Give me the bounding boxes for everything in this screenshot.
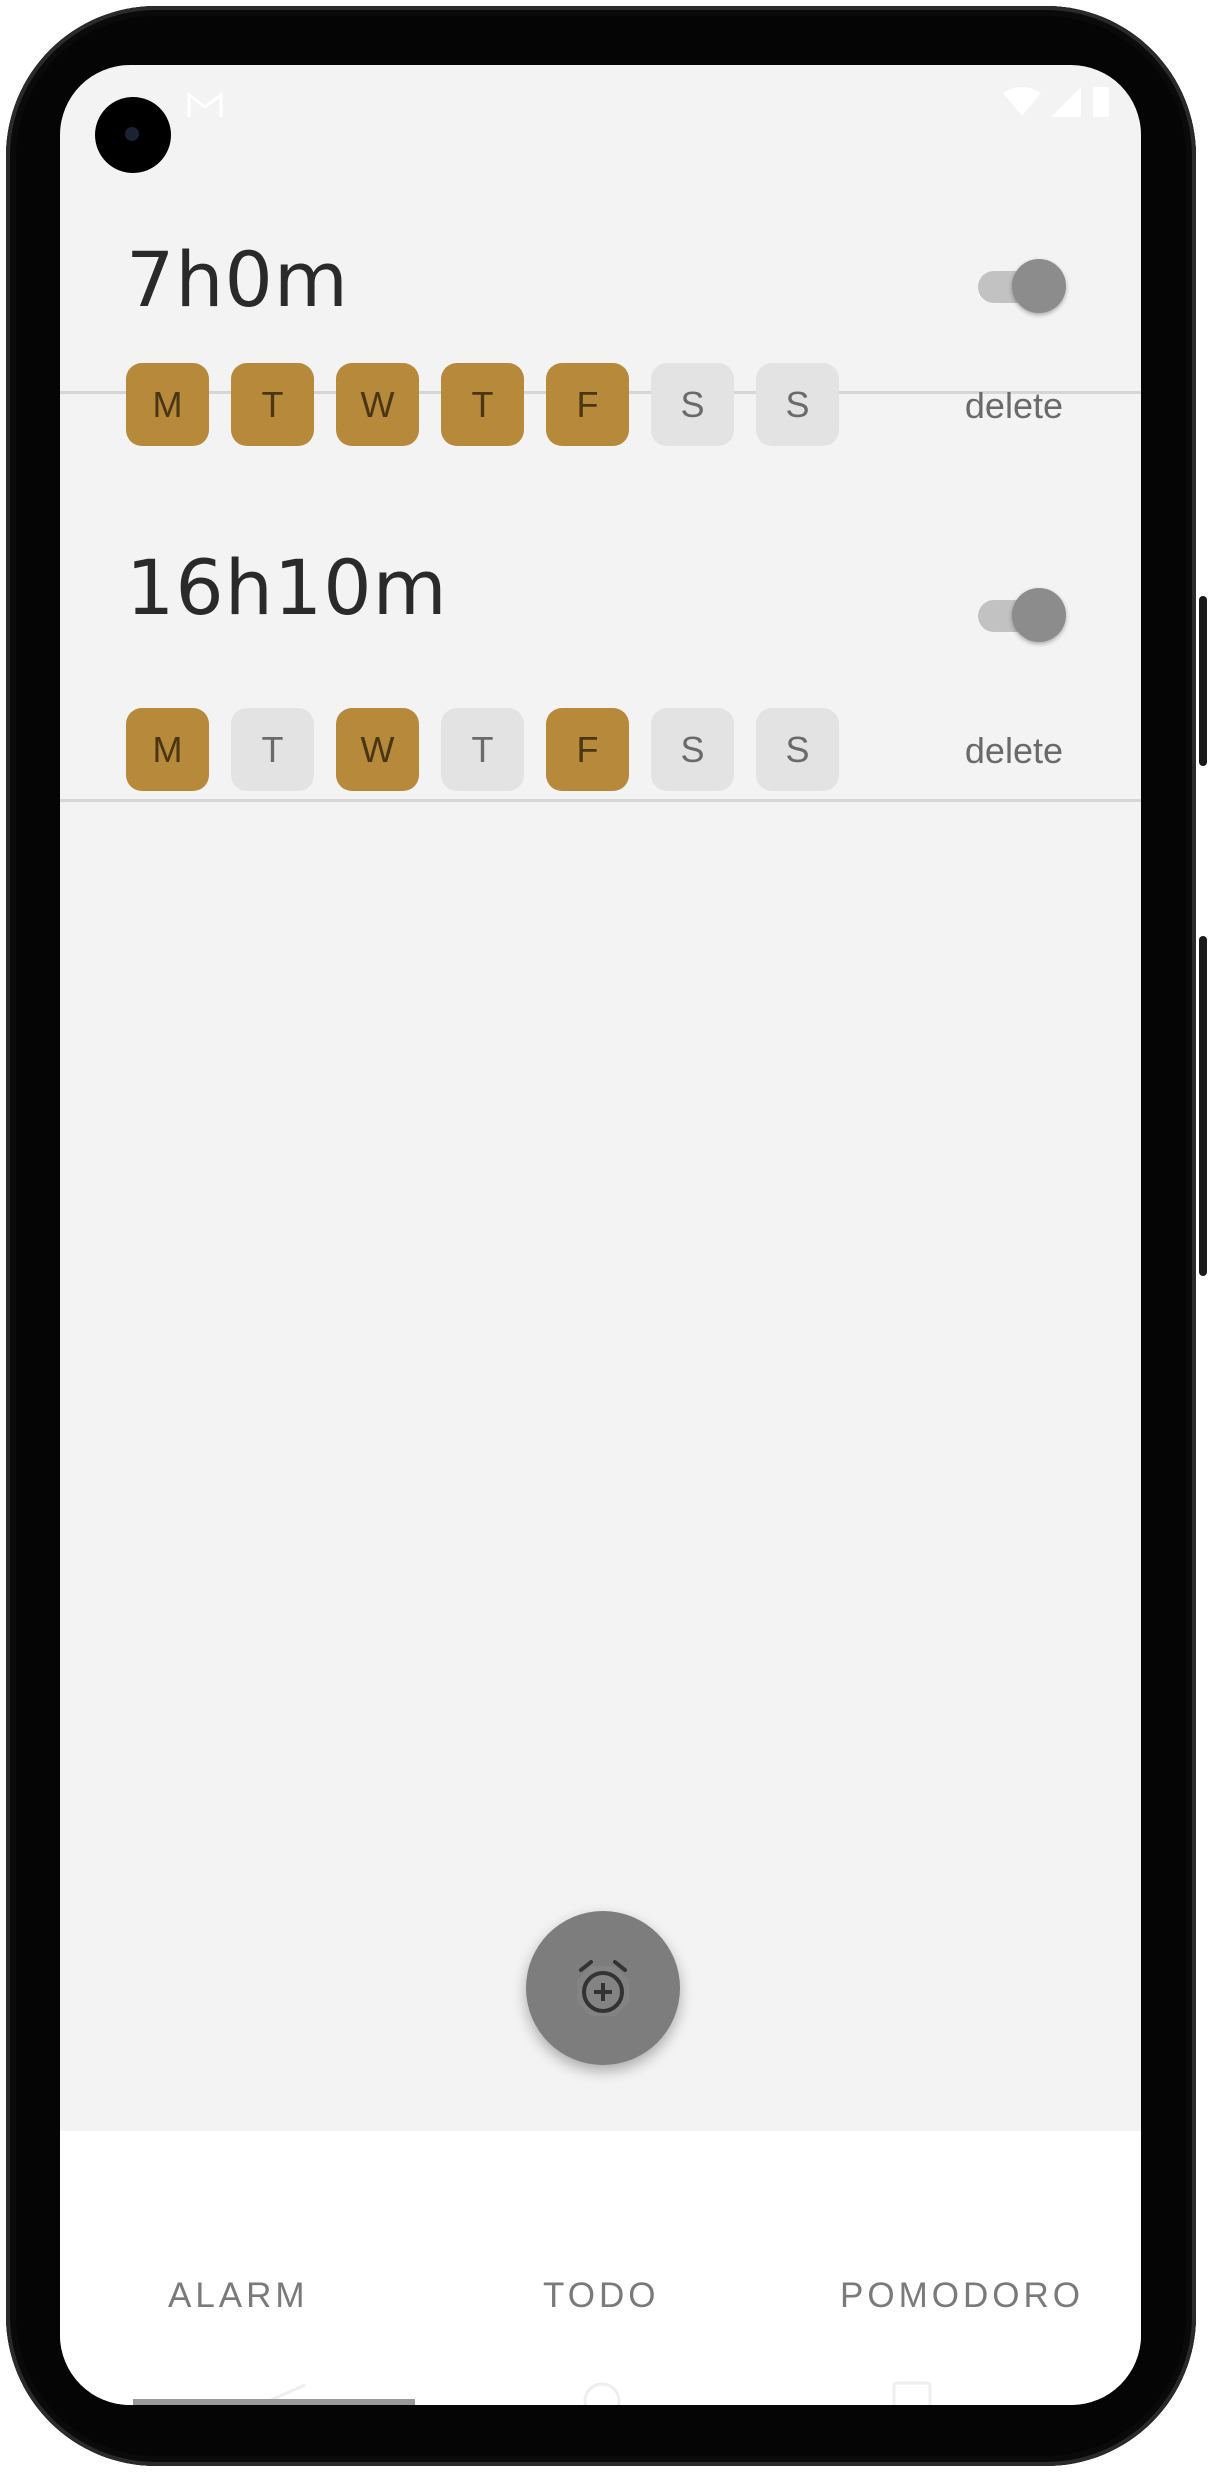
day-wednesday[interactable]: W — [336, 363, 419, 446]
day-monday[interactable]: M — [126, 708, 209, 791]
day-saturday[interactable]: S — [651, 363, 734, 446]
add-alarm-button[interactable] — [526, 1911, 680, 2065]
tab-alarm[interactable]: ALARM — [168, 2276, 309, 2316]
day-selector: M T W T F S S — [126, 363, 839, 446]
delete-button[interactable]: delete — [965, 730, 1063, 772]
tab-pomodoro[interactable]: POMODORO — [840, 2276, 1084, 2316]
volume-button — [1199, 596, 1207, 766]
bottom-navigation: ALARM TODO POMODORO — [60, 2131, 1141, 2405]
alarm-item: 7h0m M T W T F S S delete — [60, 65, 1141, 446]
day-sunday[interactable]: S — [756, 363, 839, 446]
day-thursday[interactable]: T — [441, 708, 524, 791]
day-monday[interactable]: M — [126, 363, 209, 446]
delete-button[interactable]: delete — [965, 385, 1063, 427]
tab-todo[interactable]: TODO — [543, 2276, 659, 2316]
alarm-item: 16h10m M T W T F S S delete — [60, 473, 1141, 802]
day-friday[interactable]: F — [546, 708, 629, 791]
alarm-toggle[interactable] — [978, 586, 1068, 644]
tab-indicator — [133, 2399, 415, 2405]
app-screen: 7h0m M T W T F S S delete 16h10m M T W T… — [60, 65, 1141, 2405]
day-tuesday[interactable]: T — [231, 363, 314, 446]
recents-icon[interactable] — [890, 2381, 934, 2405]
power-button — [1199, 936, 1207, 1276]
day-saturday[interactable]: S — [651, 708, 734, 791]
home-icon[interactable] — [580, 2381, 624, 2405]
alarm-time[interactable]: 7h0m — [126, 235, 349, 324]
day-wednesday[interactable]: W — [336, 708, 419, 791]
alarm-toggle[interactable] — [978, 257, 1068, 315]
day-sunday[interactable]: S — [756, 708, 839, 791]
day-selector: M T W T F S S — [126, 708, 839, 791]
day-thursday[interactable]: T — [441, 363, 524, 446]
alarm-add-icon — [577, 1960, 629, 2016]
day-tuesday[interactable]: T — [231, 708, 314, 791]
alarm-time[interactable]: 16h10m — [126, 543, 448, 632]
toggle-thumb — [1012, 588, 1066, 642]
day-friday[interactable]: F — [546, 363, 629, 446]
toggle-thumb — [1012, 259, 1066, 313]
